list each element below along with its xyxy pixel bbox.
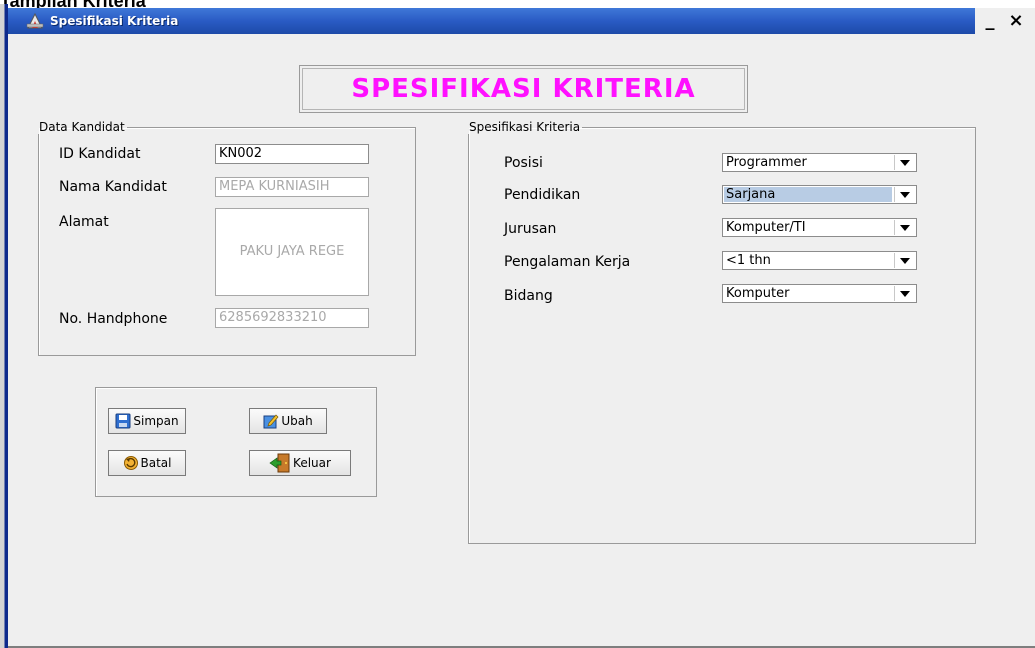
posisi-label: Posisi <box>504 155 543 171</box>
chevron-down-icon[interactable] <box>894 253 915 268</box>
bidang-label: Bidang <box>504 288 553 304</box>
posisi-select[interactable]: Programmer <box>722 153 917 172</box>
alamat-label: Alamat <box>59 214 109 230</box>
nama-kandidat-label: Nama Kandidat <box>59 179 167 195</box>
chevron-down-icon[interactable] <box>894 286 915 301</box>
nama-kandidat-field[interactable]: MEPA KURNIASIH <box>215 177 369 197</box>
spesifikasi-kriteria-group: Spesifikasi Kriteria <box>468 120 976 544</box>
pendidikan-select-value: Sarjana <box>726 187 776 202</box>
pengalaman-kerja-label: Pengalaman Kerja <box>504 254 631 270</box>
button-panel: Simpan Ubah Batal Keluar <box>95 387 377 497</box>
posisi-select-value: Programmer <box>726 155 807 170</box>
app-window: Spesifikasi Kriteria _ × SPESIFIKASI KRI… <box>8 8 1035 648</box>
minimize-button[interactable]: _ <box>979 12 1001 30</box>
jurusan-label: Jurusan <box>504 221 557 237</box>
cancel-icon <box>123 455 139 471</box>
background-window-edge <box>0 4 8 648</box>
id-kandidat-field[interactable]: KN002 <box>215 144 369 164</box>
chevron-down-icon[interactable] <box>894 187 915 202</box>
pendidikan-select[interactable]: Sarjana <box>722 185 917 204</box>
app-icon <box>26 12 44 30</box>
simpan-button-label: Simpan <box>133 414 179 428</box>
chevron-down-icon[interactable] <box>894 220 915 235</box>
keluar-button[interactable]: Keluar <box>249 450 351 476</box>
data-kandidat-legend: Data Kandidat <box>39 120 125 134</box>
ubah-button-label: Ubah <box>281 414 313 428</box>
exit-icon <box>269 452 291 474</box>
save-icon <box>115 413 131 429</box>
jurusan-select[interactable]: Komputer/TI <box>722 218 917 237</box>
spesifikasi-kriteria-legend: Spesifikasi Kriteria <box>469 120 581 134</box>
form-client-area: SPESIFIKASI KRITERIA Data Kandidat ID Ka… <box>8 34 1035 648</box>
edit-icon <box>263 413 279 429</box>
close-button[interactable]: × <box>1005 12 1027 30</box>
no-handphone-label: No. Handphone <box>59 311 168 327</box>
page-title: SPESIFIKASI KRITERIA <box>302 68 745 110</box>
batal-button[interactable]: Batal <box>108 450 186 476</box>
no-handphone-field[interactable]: 6285692833210 <box>215 308 369 328</box>
bidang-select[interactable]: Komputer <box>722 284 917 303</box>
ubah-button[interactable]: Ubah <box>249 408 327 434</box>
header-box: SPESIFIKASI KRITERIA <box>299 65 748 113</box>
chevron-down-icon[interactable] <box>894 155 915 170</box>
alamat-textarea[interactable]: PAKU JAYA REGE <box>215 208 369 296</box>
window-controls: _ × <box>975 8 1035 34</box>
pengalaman-kerja-select-value: <1 thn <box>726 253 771 268</box>
batal-button-label: Batal <box>140 456 172 470</box>
title-bar[interactable]: Spesifikasi Kriteria _ × <box>8 8 1035 34</box>
pengalaman-kerja-select[interactable]: <1 thn <box>722 251 917 270</box>
pendidikan-label: Pendidikan <box>504 187 581 203</box>
simpan-button[interactable]: Simpan <box>108 408 186 434</box>
bidang-select-value: Komputer <box>726 286 790 301</box>
window-title: Spesifikasi Kriteria <box>50 14 179 28</box>
id-kandidat-label: ID Kandidat <box>59 146 141 162</box>
keluar-button-label: Keluar <box>293 456 331 470</box>
jurusan-select-value: Komputer/TI <box>726 220 806 235</box>
